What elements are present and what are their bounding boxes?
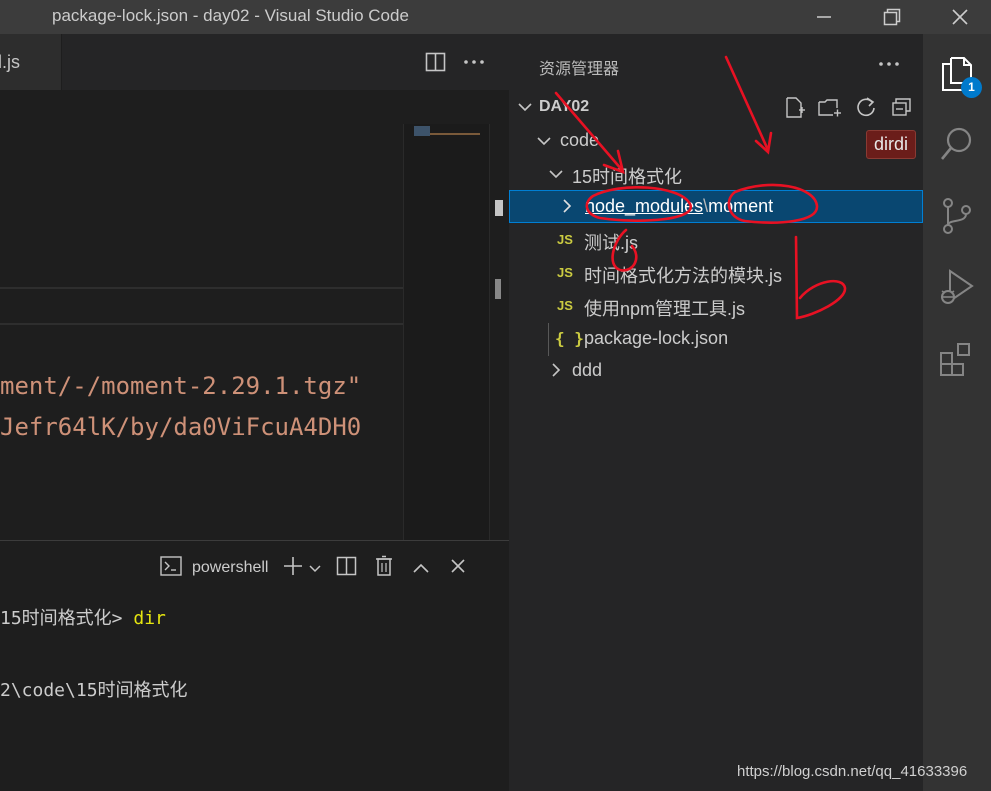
minimap[interactable] bbox=[403, 124, 489, 540]
tree-item-label: 使用npm管理工具.js bbox=[584, 299, 746, 319]
chevron-down-icon bbox=[537, 137, 551, 146]
terminal-output: 2\code\15时间格式化 bbox=[0, 680, 188, 701]
tree-item-label: ddd bbox=[572, 360, 603, 380]
chevron-up-icon bbox=[413, 563, 430, 573]
tree-item-folder-selected[interactable]: node_modules\moment bbox=[509, 190, 923, 223]
hover-tooltip: dirdi bbox=[866, 130, 916, 159]
terminal-dropdown-button[interactable] bbox=[308, 559, 330, 578]
close-icon bbox=[451, 559, 466, 573]
workspace-name: DAY02 bbox=[539, 98, 590, 115]
close-panel-button[interactable] bbox=[450, 558, 476, 578]
code-line-integrity[interactable]: Jefr64lK/by/da0ViFcuA4DH0 bbox=[0, 413, 361, 441]
restore-icon bbox=[883, 8, 901, 26]
activity-search[interactable] bbox=[937, 124, 977, 164]
kill-terminal-button[interactable] bbox=[374, 555, 412, 581]
chevron-down-icon bbox=[518, 103, 532, 112]
editor-divider bbox=[0, 323, 403, 325]
close-window-button[interactable] bbox=[937, 0, 983, 34]
terminal-line: 2\code\15时间格式化 bbox=[0, 676, 188, 702]
tab-active-file[interactable]: l.js bbox=[0, 34, 62, 90]
terminal-prompt: 15时间格式化> bbox=[0, 608, 134, 629]
terminal-command: dir bbox=[133, 608, 166, 629]
terminal-toolbar: powershell bbox=[160, 552, 476, 584]
workspace-header[interactable]: DAY02 bbox=[509, 92, 923, 125]
code-line-url[interactable]: ment/-/moment-2.29.1.tgz" bbox=[0, 372, 361, 400]
ellipsis-icon bbox=[879, 62, 899, 66]
tree-item-folder[interactable]: ddd bbox=[509, 355, 923, 388]
editor-scrollbar[interactable] bbox=[489, 124, 509, 540]
tab-label: l.js bbox=[0, 52, 20, 72]
split-icon bbox=[337, 556, 357, 576]
json-file-icon: { } bbox=[555, 329, 584, 348]
explorer-title: 资源管理器 bbox=[539, 59, 620, 78]
title-bar: package-lock.json - day02 - Visual Studi… bbox=[0, 0, 991, 34]
js-file-icon: JS bbox=[557, 298, 573, 313]
tree-item-file[interactable]: JS 测试.js bbox=[509, 224, 923, 257]
activity-bar bbox=[923, 34, 991, 791]
split-editor-button[interactable] bbox=[425, 52, 447, 76]
split-terminal-button[interactable] bbox=[336, 556, 374, 580]
source-control-icon bbox=[943, 198, 971, 234]
new-folder-button[interactable] bbox=[817, 96, 843, 124]
split-editor-icon bbox=[425, 52, 446, 72]
more-actions-button[interactable] bbox=[462, 52, 486, 76]
refresh-icon bbox=[857, 97, 875, 117]
js-file-icon: JS bbox=[557, 265, 573, 280]
editor-tab-bar: l.js bbox=[0, 34, 509, 90]
new-terminal-button[interactable] bbox=[282, 555, 308, 581]
indent-guide bbox=[548, 323, 549, 356]
extensions-icon bbox=[940, 343, 970, 376]
activity-source-control[interactable] bbox=[937, 196, 977, 236]
collapse-all-icon bbox=[892, 98, 911, 116]
compact-folder-part[interactable]: node_modules bbox=[585, 196, 703, 216]
new-folder-icon bbox=[818, 99, 841, 117]
tree-item-file-active[interactable]: { } package-lock.json bbox=[509, 323, 923, 356]
tree-item-label: 测试.js bbox=[584, 233, 638, 253]
js-file-icon: JS bbox=[557, 232, 573, 247]
tree-item-label: 15时间格式化 bbox=[572, 167, 683, 187]
minimize-icon bbox=[817, 16, 831, 18]
collapse-all-button[interactable] bbox=[891, 97, 913, 121]
close-icon bbox=[952, 9, 968, 25]
scroll-marker bbox=[495, 200, 503, 216]
explorer-more-button[interactable] bbox=[877, 56, 901, 76]
tree-item-file[interactable]: JS 时间格式化方法的模块.js bbox=[509, 257, 923, 290]
tree-item-folder[interactable]: code bbox=[509, 125, 923, 158]
trash-icon bbox=[376, 555, 393, 576]
plus-icon bbox=[284, 557, 303, 575]
minimize-button[interactable] bbox=[801, 0, 847, 34]
tree-item-label: node_modules\moment bbox=[585, 196, 773, 217]
terminal-shell-select[interactable]: powershell bbox=[192, 559, 268, 577]
scroll-thumb[interactable] bbox=[495, 279, 501, 299]
chevron-down-icon bbox=[549, 170, 563, 179]
tree-item-folder[interactable]: 15时间格式化 bbox=[509, 158, 923, 191]
maximize-panel-button[interactable] bbox=[412, 559, 450, 578]
ellipsis-icon bbox=[464, 60, 484, 64]
minimap-highlight bbox=[414, 126, 430, 136]
activity-run-debug[interactable] bbox=[937, 268, 977, 308]
window-title: package-lock.json - day02 - Visual Studi… bbox=[52, 6, 409, 25]
run-debug-icon bbox=[941, 269, 974, 304]
chevron-right-icon bbox=[552, 363, 561, 377]
search-icon bbox=[940, 127, 972, 160]
activity-extensions[interactable] bbox=[937, 340, 977, 380]
new-file-button[interactable] bbox=[784, 96, 806, 124]
terminal-line: 15时间格式化> dir bbox=[0, 604, 166, 630]
compact-folder-part[interactable]: moment bbox=[708, 196, 773, 216]
chevron-right-icon bbox=[563, 199, 572, 213]
watermark: https://blog.csdn.net/qq_41633396 bbox=[737, 763, 968, 780]
refresh-button[interactable] bbox=[855, 96, 877, 122]
minimap-line bbox=[430, 133, 480, 135]
tree-item-label: package-lock.json bbox=[584, 328, 729, 348]
explorer-badge: 1 bbox=[961, 77, 982, 98]
new-file-icon bbox=[786, 97, 805, 118]
restore-button[interactable] bbox=[869, 0, 915, 34]
tree-item-label: 时间格式化方法的模块.js bbox=[584, 266, 782, 286]
chevron-down-icon bbox=[309, 564, 322, 572]
tree-item-file[interactable]: JS 使用npm管理工具.js bbox=[509, 290, 923, 323]
editor-divider bbox=[0, 287, 403, 289]
terminal-icon bbox=[160, 556, 186, 580]
tree-item-label: code bbox=[560, 130, 600, 150]
